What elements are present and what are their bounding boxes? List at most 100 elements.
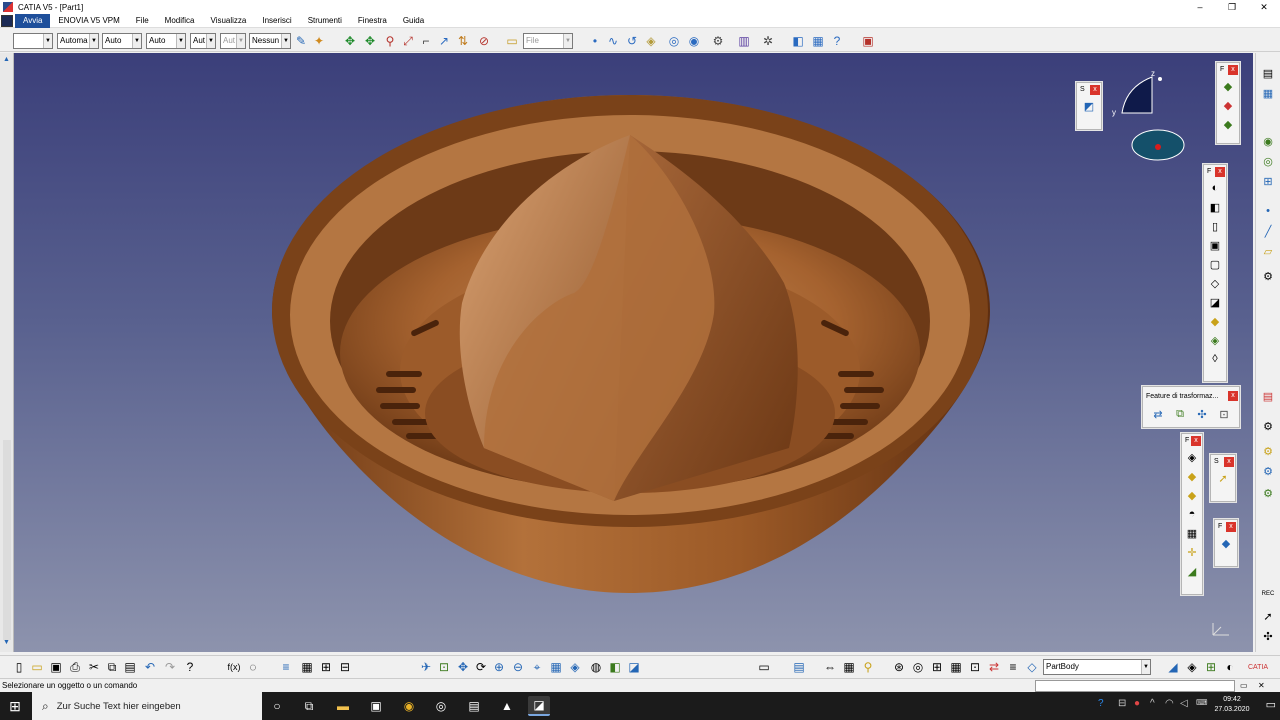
wifi-tray-icon[interactable]: ◠: [1165, 698, 1174, 709]
point-icon[interactable]: •: [1260, 203, 1276, 219]
analysis-icon[interactable]: ✲: [760, 33, 776, 49]
move-icon[interactable]: ✥: [342, 33, 358, 49]
surface-icon[interactable]: ◈: [643, 33, 659, 49]
thread-icon[interactable]: ◇: [1206, 274, 1224, 292]
transparency-combo[interactable]: Automa ▼: [57, 33, 99, 49]
panel-close-button[interactable]: x: [1228, 64, 1238, 75]
remove-lump-icon[interactable]: ▦: [1183, 524, 1201, 542]
sketcher-icon[interactable]: ▦: [1260, 85, 1276, 101]
pattern-icon[interactable]: ✣: [1193, 405, 1211, 423]
whats-this-icon[interactable]: ?: [182, 659, 198, 675]
chamfer-icon[interactable]: ◧: [1206, 198, 1224, 216]
fillet-icon[interactable]: ◐: [1206, 179, 1224, 197]
snap-icon[interactable]: ⚲: [382, 33, 398, 49]
render-style-combo[interactable]: Nessun ▼: [249, 33, 291, 49]
list-icon[interactable]: ≡: [278, 659, 294, 675]
measure-icon[interactable]: ⤢: [400, 33, 416, 49]
grid-icon[interactable]: ▦: [810, 33, 826, 49]
pan-icon[interactable]: ✥: [455, 659, 471, 675]
pad-icon[interactable]: ◆: [1219, 77, 1237, 95]
partbody-combo[interactable]: PartBody ▼: [1043, 659, 1151, 675]
mass-icon[interactable]: ⚲: [860, 659, 876, 675]
spline-icon[interactable]: ∿: [605, 33, 621, 49]
shell-icon[interactable]: ▣: [1206, 236, 1224, 254]
union-trim-icon[interactable]: ◓: [1183, 505, 1201, 523]
knowledge-icon[interactable]: ▣: [860, 33, 876, 49]
catia-logo-bottom-icon[interactable]: CATIA: [1248, 659, 1268, 675]
document-app-icon[interactable]: ▤: [463, 696, 485, 716]
axis-icon[interactable]: ↗: [436, 33, 452, 49]
check-icon[interactable]: ⇄: [986, 659, 1002, 675]
tree-icon[interactable]: ⊞: [318, 659, 334, 675]
cortana-icon[interactable]: ○: [266, 696, 288, 716]
scroll-down-icon[interactable]: ▼: [3, 639, 10, 646]
measure-between-icon[interactable]: ⚙: [1260, 418, 1276, 434]
iso-view-icon[interactable]: ◈: [567, 659, 583, 675]
remove-face-icon[interactable]: ◪: [1206, 293, 1224, 311]
scroll-up-icon[interactable]: ▲: [3, 56, 10, 63]
paste-icon[interactable]: ▤: [122, 659, 138, 675]
save-icon[interactable]: ▣: [48, 659, 64, 675]
measure-bottom-icon[interactable]: ⇔: [822, 659, 838, 675]
pocket-icon[interactable]: ◆: [1219, 96, 1237, 114]
measure-item-icon[interactable]: ▦: [841, 659, 857, 675]
transform-icon[interactable]: ✣: [1260, 628, 1276, 644]
parameter-icon[interactable]: ▦: [948, 659, 964, 675]
select-cursor-icon[interactable]: ➚: [1214, 469, 1232, 487]
comment-icon[interactable]: ◌: [245, 659, 261, 675]
scan-icon[interactable]: ≡: [1005, 659, 1021, 675]
point-combo[interactable]: Aut ▼: [190, 33, 216, 49]
menu-modifica[interactable]: Modifica: [157, 16, 203, 25]
reference-line-icon[interactable]: ◎: [1260, 153, 1276, 169]
point-tool-icon[interactable]: •: [587, 33, 603, 49]
body-icon[interactable]: ◇: [1024, 659, 1040, 675]
clock-icon[interactable]: ◎: [666, 33, 682, 49]
open-folder-icon[interactable]: ▭: [29, 659, 45, 675]
catia-logo-icon[interactable]: [1, 14, 13, 27]
sweep-icon[interactable]: ↺: [624, 33, 640, 49]
constraint-icon[interactable]: ⌐: [418, 33, 434, 49]
insert-body-icon[interactable]: ◢: [1165, 659, 1181, 675]
scroll-thumb[interactable]: [3, 440, 11, 640]
spec-icon[interactable]: ⊟: [337, 659, 353, 675]
taskbar-search[interactable]: ⌕ Zur Suche Text hier eingeben: [32, 692, 262, 720]
maximize-button[interactable]: ❐: [1216, 0, 1248, 14]
file-explorer-icon[interactable]: ▬: [332, 696, 354, 716]
rotate-icon[interactable]: ⟳: [473, 659, 489, 675]
axis-system-icon[interactable]: ✛: [1183, 543, 1201, 561]
render-icon[interactable]: ⚙: [1260, 463, 1276, 479]
scaling-icon[interactable]: ⊡: [1215, 405, 1233, 423]
workbench-icon[interactable]: ▤: [1260, 65, 1276, 81]
status-close-icon[interactable]: ✕: [1258, 681, 1265, 690]
left-scrollbar[interactable]: ▲ ▼: [0, 53, 14, 652]
fly-icon[interactable]: ✈: [418, 659, 434, 675]
copy-format-icon[interactable]: ✦: [311, 33, 327, 49]
panel-close-button[interactable]: x: [1090, 84, 1100, 95]
sections-icon[interactable]: ⊞: [929, 659, 945, 675]
help-tray-icon[interactable]: ?: [1098, 698, 1104, 709]
reference-plane-icon[interactable]: ⊞: [1260, 173, 1276, 189]
close-button[interactable]: ✕: [1248, 0, 1280, 14]
material-bottom-icon[interactable]: ⊞: [1203, 659, 1219, 675]
capture-icon[interactable]: ▭: [756, 659, 772, 675]
explode-icon[interactable]: ⇅: [455, 33, 471, 49]
line-icon[interactable]: ╱: [1260, 223, 1276, 239]
catalog-browser-icon[interactable]: ▤: [791, 659, 807, 675]
menu-file[interactable]: File: [128, 16, 157, 25]
print-icon[interactable]: ⎙: [67, 659, 83, 675]
panel-close-button[interactable]: x: [1224, 456, 1234, 467]
apply-material-side-icon[interactable]: ⚙: [1260, 443, 1276, 459]
translation-icon[interactable]: ⇄: [1149, 405, 1167, 423]
notification-icon[interactable]: ▭: [1266, 698, 1276, 711]
translate-icon[interactable]: ✥: [362, 33, 378, 49]
command-input[interactable]: [1035, 680, 1235, 692]
linewidth-combo[interactable]: Auto ▼: [102, 33, 142, 49]
catalog-icon[interactable]: ▥: [736, 33, 752, 49]
network-tray-icon[interactable]: ⊟: [1118, 698, 1126, 709]
panel-close-button[interactable]: x: [1215, 166, 1225, 177]
zoom-in-icon[interactable]: ⊕: [491, 659, 507, 675]
settings-icon[interactable]: ⚙: [710, 33, 726, 49]
app-icon-2[interactable]: ▣: [365, 696, 387, 716]
swap-space-icon[interactable]: ◪: [626, 659, 642, 675]
media-player-icon[interactable]: ◎: [430, 696, 452, 716]
